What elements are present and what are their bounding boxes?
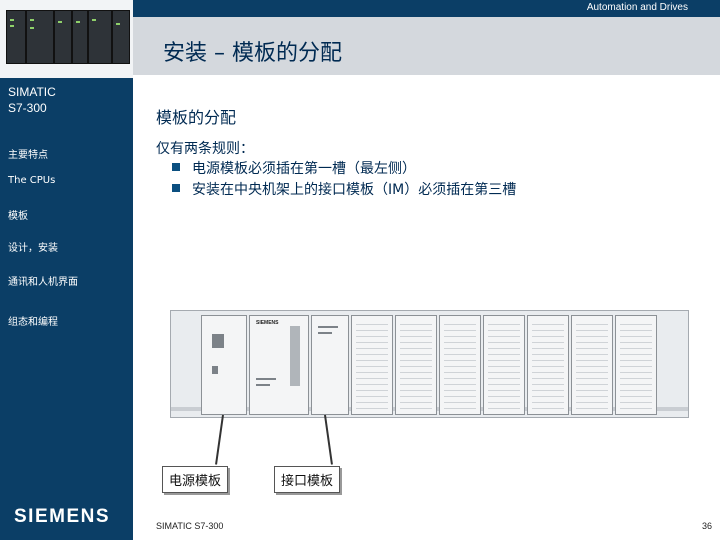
plc-module-graphic xyxy=(112,10,130,64)
title-band: 安装 – 模板的分配 xyxy=(133,17,720,75)
sidebar-item-cpus[interactable]: The CPUs xyxy=(8,175,55,186)
plc-module-graphic xyxy=(26,10,54,64)
sidebar-item-features[interactable]: 主要特点 xyxy=(8,146,48,161)
footer-product: SIMATIC S7-300 xyxy=(156,521,224,531)
signal-module xyxy=(615,315,657,415)
signal-module xyxy=(439,315,481,415)
bullet-square-icon xyxy=(172,184,180,192)
interface-module-callout: 接口模板 xyxy=(274,466,341,493)
cpu-brand-label: SIEMENS xyxy=(256,320,279,326)
page-title: 安装 – 模板的分配 xyxy=(163,41,342,66)
plc-module-graphic xyxy=(6,10,26,64)
automation-drives-label: Automation and Drives xyxy=(586,2,688,13)
rack-illustration: SIEMENS xyxy=(170,310,689,418)
sidebar-title: SIMATIC S7-300 xyxy=(8,84,56,116)
sidebar-item-modules[interactable]: 模板 xyxy=(8,207,28,222)
top-bar: Automation and Drives xyxy=(133,0,720,17)
plc-module-graphic xyxy=(88,10,112,64)
interface-module-leader-line xyxy=(324,414,333,465)
plc-module-graphic xyxy=(72,10,88,64)
signal-module xyxy=(395,315,437,415)
rules-title: 仅有两条规则： xyxy=(156,141,254,157)
sidebar-title-line1: SIMATIC xyxy=(8,85,56,99)
signal-module xyxy=(527,315,569,415)
signal-module xyxy=(351,315,393,415)
sidebar-title-line2: S7-300 xyxy=(8,101,47,115)
interface-module xyxy=(311,315,349,415)
cpu-module: SIEMENS xyxy=(249,315,309,415)
bullet-square-icon xyxy=(172,163,180,171)
signal-module xyxy=(571,315,613,415)
siemens-logo: SIEMENS xyxy=(14,506,111,527)
bullet-text: 安装在中央机架上的接口模板（IM）必须插在第三槽 xyxy=(192,182,517,198)
power-supply-module xyxy=(201,315,247,415)
sidebar-item-design-install[interactable]: 设计，安装 xyxy=(8,239,58,254)
bullet-text: 电源模板必须插在第一槽（最左侧） xyxy=(192,161,416,177)
sidebar: SIMATIC S7-300 主要特点 The CPUs 模板 设计，安装 通讯… xyxy=(0,0,133,540)
signal-module xyxy=(483,315,525,415)
power-module-callout: 电源模板 xyxy=(162,466,229,493)
plc-hardware-image xyxy=(0,0,133,78)
section-heading: 模板的分配 xyxy=(156,108,237,127)
bullet-item: 电源模板必须插在第一槽（最左侧） xyxy=(172,158,416,178)
bullet-item: 安装在中央机架上的接口模板（IM）必须插在第三槽 xyxy=(172,179,516,199)
power-module-leader-line xyxy=(215,414,224,465)
sidebar-item-communication-hmi[interactable]: 通讯和人机界面 xyxy=(8,273,78,288)
page-number: 36 xyxy=(701,521,712,531)
plc-module-graphic xyxy=(54,10,72,64)
sidebar-item-config-programming[interactable]: 组态和编程 xyxy=(8,313,58,328)
